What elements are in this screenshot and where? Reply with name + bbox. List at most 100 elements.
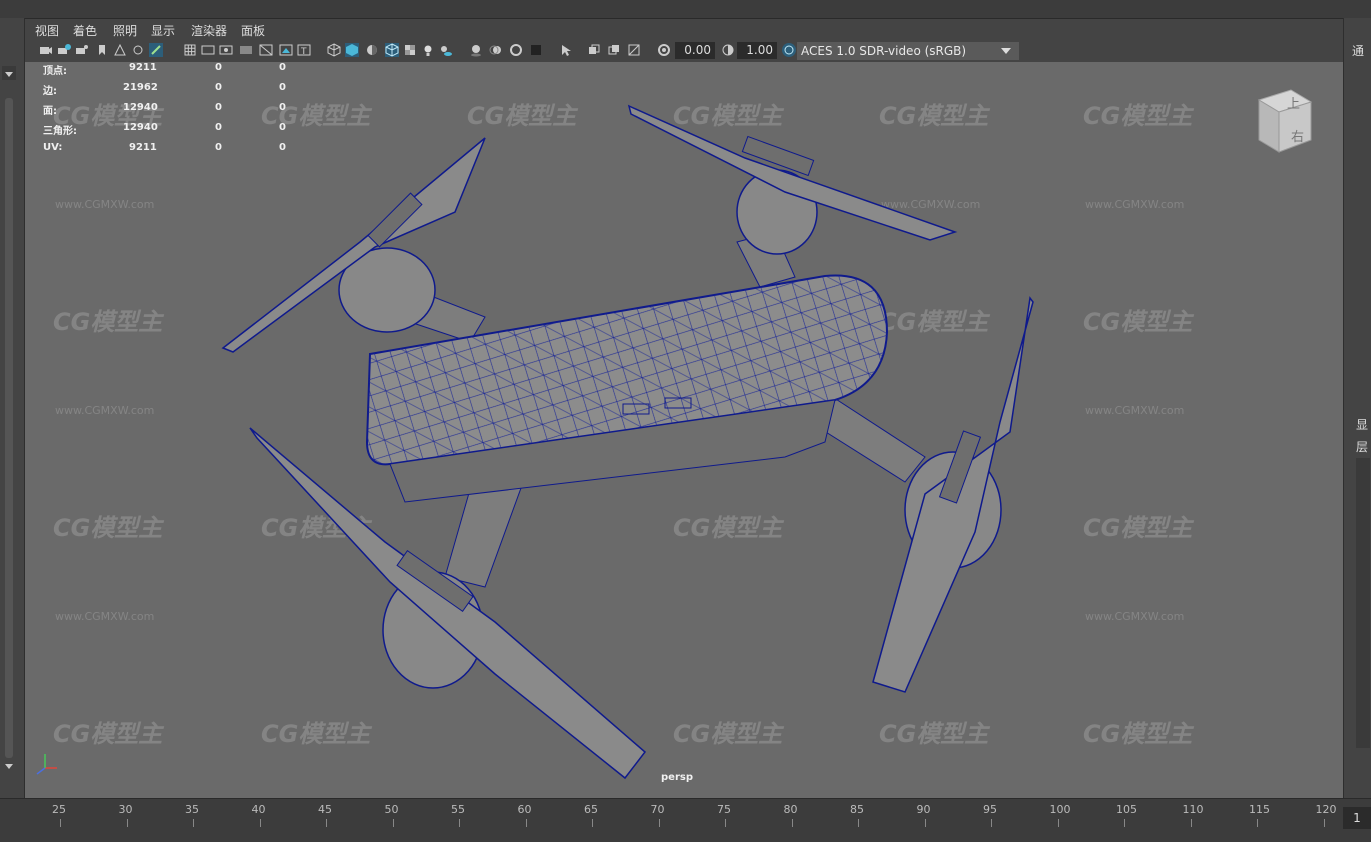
timeline-tick-label: 115 <box>1249 803 1270 816</box>
depth-of-field-icon[interactable] <box>529 43 543 57</box>
right-panel-label-2: 显 <box>1356 418 1369 432</box>
view-transform-dropdown[interactable]: ACES 1.0 SDR-video (sRGB) <box>797 42 1019 60</box>
timeline-tick-label: 110 <box>1182 803 1204 816</box>
xray-icon[interactable] <box>587 43 601 57</box>
timeline-tick-label: 30 <box>118 803 133 816</box>
grease-pencil-icon[interactable] <box>149 43 163 57</box>
wireframe-cube-icon[interactable] <box>327 43 341 57</box>
timeline-tick-mark <box>259 819 261 827</box>
timeline-tick-label: 60 <box>517 803 532 816</box>
color-management-icon[interactable] <box>781 42 797 58</box>
drone-model[interactable] <box>25 62 1343 798</box>
exposure-icon <box>658 44 670 56</box>
timeline-tick-label: 85 <box>850 803 864 816</box>
safe-title-icon[interactable]: T <box>297 43 311 57</box>
view-cube[interactable] <box>1253 86 1317 156</box>
field-chart-icon[interactable] <box>259 43 273 57</box>
timeline-tick-mark <box>1124 819 1125 827</box>
safe-action-icon[interactable] <box>279 43 293 57</box>
right-scrollbar[interactable] <box>1356 458 1370 748</box>
axis-gizmo-icon <box>36 754 57 775</box>
timeline-tick-mark <box>126 819 128 827</box>
time-slider[interactable]: 25 30 35 40 45 50 55 60 65 70 75 80 85 90 95 100 105 110 1… <box>0 798 1371 842</box>
lights-icon[interactable] <box>421 43 435 57</box>
timeline-tick-mark <box>1190 819 1192 827</box>
timeline-tick-mark <box>991 819 992 827</box>
scroll-down-button[interactable] <box>2 66 16 80</box>
timeline-tick-label: 35 <box>185 803 199 816</box>
image-plane-icon[interactable] <box>113 43 127 57</box>
gamma-icon <box>722 44 734 56</box>
chevron-down-icon <box>1001 48 1011 54</box>
panel-toolbar: T 0.00 1.00 ACES 1.0 SDR-video (sRGB) <box>25 40 1343 63</box>
textured-icon[interactable] <box>403 43 417 57</box>
timeline-tick-mark <box>1057 819 1059 827</box>
xray-components-icon[interactable] <box>627 43 641 57</box>
timeline-tick-label: 40 <box>251 803 266 816</box>
view-cube-right-label: 右 <box>1291 130 1305 145</box>
left-panel <box>0 18 25 798</box>
bookmark-icon[interactable] <box>95 43 109 57</box>
film-gate-icon[interactable] <box>201 43 215 57</box>
gate-mask-icon[interactable] <box>239 43 253 57</box>
screen-space-ao-icon[interactable] <box>469 43 483 57</box>
svg-text:T: T <box>300 47 307 57</box>
timeline-tick-label: 50 <box>384 803 399 816</box>
anti-aliasing-icon[interactable] <box>509 43 523 57</box>
menu-lighting[interactable]: 照明 <box>113 22 137 39</box>
timeline-tick-label: 45 <box>318 803 332 816</box>
camera-icon[interactable] <box>39 43 53 57</box>
timeline-tick-mark <box>592 819 593 827</box>
menu-show[interactable]: 显示 <box>151 22 175 39</box>
camera-attributes-icon[interactable] <box>75 43 89 57</box>
menu-renderer[interactable]: 渲染器 <box>191 22 227 39</box>
camera-name-label: persp <box>661 772 693 783</box>
timeline-tick-label: 70 <box>650 803 665 816</box>
left-scrollbar[interactable] <box>5 98 13 758</box>
timeline-tick-mark <box>858 819 859 827</box>
timeline-tick-mark <box>326 819 327 827</box>
wireframe-on-shaded-icon[interactable] <box>385 43 399 57</box>
timeline-tick-mark <box>60 819 61 827</box>
timeline-tick-mark <box>658 819 660 827</box>
scroll-bottom-button[interactable] <box>2 758 16 772</box>
resolution-gate-icon[interactable] <box>219 43 233 57</box>
panel-menu-bar: 视图 着色 照明 显示 渲染器 面板 <box>25 20 1343 40</box>
current-frame-field[interactable]: 1 <box>1343 807 1371 829</box>
2d-pan-zoom-icon[interactable] <box>131 43 145 57</box>
xray-joints-icon[interactable] <box>607 43 621 57</box>
timeline-tick-mark <box>924 819 926 827</box>
timeline-tick-mark <box>193 819 194 827</box>
right-panel-label-1: 通 <box>1352 44 1365 58</box>
motion-blur-icon[interactable] <box>489 43 503 57</box>
timeline-tick-label: 75 <box>717 803 731 816</box>
default-material-icon[interactable] <box>365 43 379 57</box>
view-transform-value: ACES 1.0 SDR-video (sRGB) <box>801 44 967 58</box>
menu-view[interactable]: 视图 <box>35 22 59 39</box>
timeline-tick-mark <box>791 819 793 827</box>
timeline-tick-mark <box>725 819 726 827</box>
shadows-icon[interactable] <box>439 43 453 57</box>
timeline-tick-label: 25 <box>52 803 66 816</box>
menu-panels[interactable]: 面板 <box>241 22 265 39</box>
gamma-field[interactable]: 1.00 <box>737 42 777 59</box>
timeline-tick-mark <box>1257 819 1258 827</box>
triangle-down-icon <box>5 764 13 769</box>
timeline-tick-label: 90 <box>916 803 931 816</box>
timeline-tick-label: 65 <box>584 803 598 816</box>
smooth-shade-icon[interactable] <box>345 43 359 57</box>
timeline-tick-mark <box>459 819 460 827</box>
menu-shading[interactable]: 着色 <box>73 22 97 39</box>
grid-icon[interactable] <box>183 43 197 57</box>
perspective-viewport[interactable]: CG模型主 CG模型主 CG模型主 CG模型主 CG模型主 CG模型主 CG模型… <box>25 62 1343 798</box>
timeline-tick-label: 100 <box>1049 803 1071 816</box>
timeline-tick-label: 120 <box>1315 803 1337 816</box>
top-strip <box>0 0 1371 19</box>
exposure-field[interactable]: 0.00 <box>675 42 715 59</box>
timeline-tick-label: 80 <box>783 803 798 816</box>
isolate-select-icon[interactable] <box>559 43 573 57</box>
timeline-tick-mark <box>525 819 527 827</box>
timeline-tick-label: 55 <box>451 803 465 816</box>
camera-lock-icon[interactable] <box>57 43 71 57</box>
timeline-tick-mark <box>1323 819 1325 827</box>
